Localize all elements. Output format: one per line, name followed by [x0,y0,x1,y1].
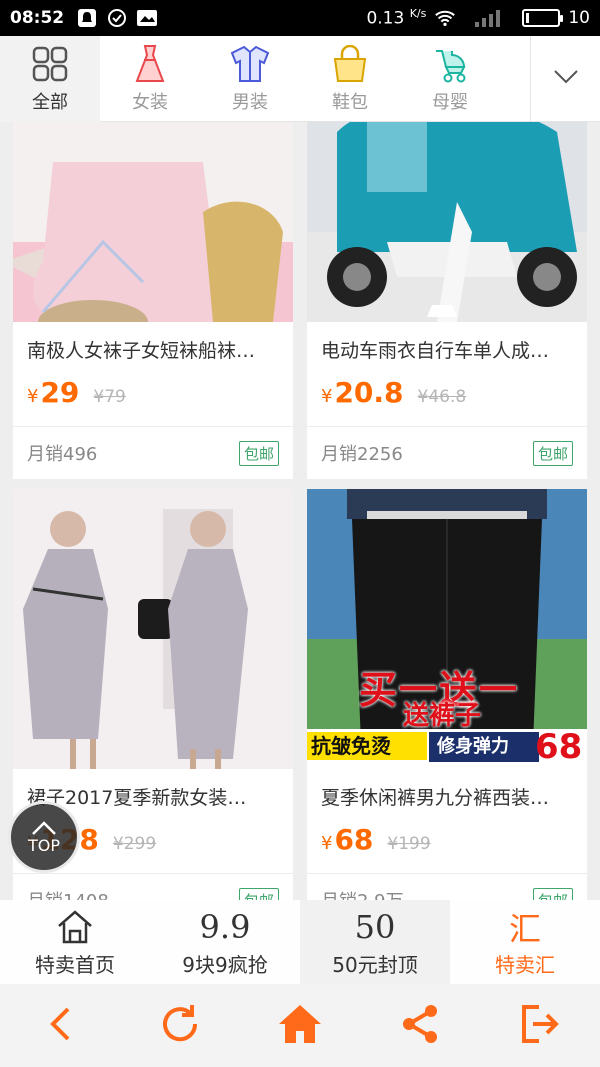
category-shoes-bags[interactable]: 鞋包 [300,36,400,122]
network-speed-unit: K/s [409,7,427,21]
category-mother-baby-label: 母婴 [432,92,468,113]
product-card[interactable]: 南极人女袜子女短袜船袜… ¥ 29 ¥79 月销496 包邮 [13,122,293,479]
expand-categories-button[interactable] [530,36,600,122]
original-price: ¥79 [93,387,126,407]
shirt-icon [230,44,270,84]
home-outline-icon [55,907,95,947]
check-circle-icon [106,7,128,29]
category-shoes-bags-label: 鞋包 [332,92,368,113]
stroller-icon [430,44,470,84]
product-title: 南极人女袜子女短袜船袜… [27,340,256,362]
sale-price: 68 [334,823,374,856]
tab-sale-hub-icon: 汇 [508,909,541,948]
back-to-top-label: TOP [27,835,60,855]
product-image: 买一送一 送裤子 抗皱免烫 修身弹力 68 [307,489,587,769]
handbag-icon [330,44,370,84]
promo-banner-left: 抗皱免烫 [307,732,427,760]
dress-icon [130,44,170,84]
category-men[interactable]: 男装 [200,36,300,122]
monthly-sales: 月销2.9万 [321,887,404,900]
tab-50-cap-icon: 50 [354,907,396,946]
exit-icon [519,1003,561,1049]
currency-symbol: ¥ [321,386,333,407]
original-price: ¥46.8 [417,387,467,407]
product-image [13,489,293,769]
tab-home-label: 特卖首页 [35,952,115,977]
bottom-tab-bar: 特卖首页 9.9 9块9疯抢 50 50元封顶 汇 特卖汇 [0,900,600,984]
tab-home[interactable]: 特卖首页 [0,900,150,984]
sale-price: 29 [40,376,80,409]
product-card[interactable]: 电动车雨衣自行车单人成… ¥ 20.8 ¥46.8 月销2256 包邮 [307,122,587,479]
product-title: 电动车雨衣自行车单人成… [321,340,550,362]
tab-9-9-label: 9块9疯抢 [182,952,268,977]
tab-9-9-icon: 9.9 [199,907,251,946]
share-button[interactable] [390,996,450,1056]
home-icon [277,1003,323,1049]
battery-percent: 10 [568,8,590,28]
free-shipping-badge: 包邮 [238,440,279,466]
share-icon [399,1003,441,1049]
home-button[interactable] [270,996,330,1056]
category-women[interactable]: 女装 [100,36,200,122]
monthly-sales: 月销496 [27,444,98,465]
chevron-down-icon [553,69,579,89]
refresh-button[interactable] [150,996,210,1056]
currency-symbol: ¥ [27,386,39,407]
product-title: 夏季休闲裤男九分裤西装… [321,787,550,809]
wifi-icon [434,7,456,29]
exit-button[interactable] [510,996,570,1056]
monthly-sales: 月销1408 [27,887,109,900]
tab-sale-hub[interactable]: 汇 特卖汇 [450,900,600,984]
grid-icon [30,44,70,84]
product-grid: 南极人女袜子女短袜船袜… ¥ 29 ¥79 月销496 包邮 电动车雨衣自行车单… [0,122,600,900]
original-price: ¥299 [112,834,157,854]
chevron-left-icon [48,1006,72,1046]
tab-9-9[interactable]: 9.9 9块9疯抢 [150,900,300,984]
product-card[interactable]: 买一送一 送裤子 抗皱免烫 修身弹力 68 夏季休闲裤男九分裤西装… ¥ 68 … [307,489,587,900]
image-notification-icon [136,7,158,29]
currency-symbol: ¥ [321,833,333,854]
network-speed-value: 0.13 [366,8,405,29]
notification-bell-icon [76,7,98,29]
product-image [307,122,587,322]
promo-price-tag: 68 [535,727,583,767]
tab-50-cap-label: 50元封顶 [332,952,418,977]
sale-price: 20.8 [334,376,404,409]
network-speed: 0.13 K/s [366,7,426,29]
browser-nav-bar [0,984,600,1067]
category-bar: 全部 女装 男装 鞋包 母婴 [0,36,600,122]
promo-subline: 送裤子 [403,701,482,731]
category-all-label: 全部 [32,92,68,113]
status-bar: 08:52 0.13 K/s 10 [0,0,600,36]
signal-icon [472,7,506,29]
category-men-label: 男装 [232,92,268,113]
promo-banner-right: 修身弹力 [429,732,539,762]
category-mother-baby[interactable]: 母婴 [400,36,500,122]
free-shipping-badge: 包邮 [532,440,573,466]
monthly-sales: 月销2256 [321,444,403,465]
battery-icon [522,9,564,27]
battery-level [526,13,530,23]
free-shipping-badge: 包邮 [238,887,279,900]
category-women-label: 女装 [132,92,168,113]
free-shipping-badge: 包邮 [532,887,573,900]
category-all[interactable]: 全部 [0,36,100,122]
back-to-top-button[interactable]: TOP [8,801,80,873]
clock: 08:52 [10,8,65,28]
tab-sale-hub-label: 特卖汇 [495,952,555,977]
back-button[interactable] [30,996,90,1056]
product-image [13,122,293,322]
tab-50-cap[interactable]: 50 50元封顶 [300,900,450,984]
original-price: ¥199 [387,834,431,854]
refresh-icon [158,1002,202,1050]
